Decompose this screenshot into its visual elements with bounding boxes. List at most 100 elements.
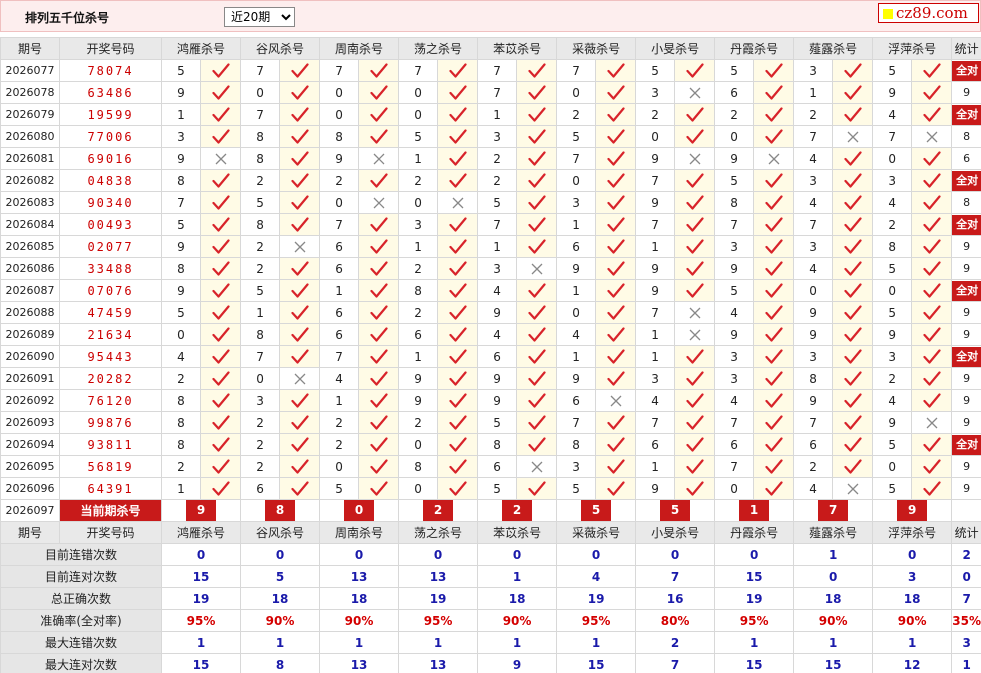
check-icon — [765, 282, 783, 298]
check-icon — [765, 62, 783, 78]
draw-number-cell: 77006 — [59, 125, 162, 148]
check-icon — [369, 304, 388, 320]
hit-mark-cell — [595, 477, 637, 500]
check-icon — [211, 62, 230, 78]
hit-mark-cell — [437, 389, 479, 412]
hit-mark-cell — [437, 279, 479, 302]
period-select[interactable]: 近20期 — [224, 7, 295, 27]
stats-value: 4 — [556, 565, 637, 588]
draw-number-cell: 93811 — [59, 433, 162, 456]
current-period-cell: 2026097 — [0, 499, 60, 522]
hit-mark-cell — [199, 81, 242, 104]
check-icon — [606, 348, 625, 364]
hit-mark-cell — [832, 103, 874, 126]
kill-number-cell: 2 — [240, 411, 281, 434]
kill-number-cell: 8 — [714, 191, 755, 214]
table-row: 2026094 93811 8 2 2 0 8 8 6 6 6 5 全对 — [0, 433, 981, 456]
table-row: 2026096 64391 1 6 5 0 5 5 9 0 4 5 9 — [0, 477, 981, 500]
kill-number-cell: 2 — [714, 103, 755, 126]
check-icon — [923, 480, 941, 496]
kill-number-cell: 8 — [793, 367, 834, 390]
hit-mark-cell — [358, 301, 400, 324]
stats-value: 0 — [872, 543, 953, 566]
check-icon — [844, 84, 862, 100]
hit-mark-cell — [832, 301, 874, 324]
check-icon — [448, 150, 467, 166]
hit-mark-cell — [595, 235, 637, 258]
hit-mark-cell — [279, 213, 321, 236]
check-icon — [211, 326, 230, 342]
check-icon — [527, 84, 546, 100]
kill-number-cell: 1 — [240, 301, 281, 324]
kill-number-cell: 9 — [398, 389, 439, 412]
stats-value: 7 — [635, 653, 716, 673]
hit-mark-cell — [199, 125, 242, 148]
check-icon — [606, 326, 625, 342]
draw-number-cell: 20282 — [59, 367, 162, 390]
current-kill-number: 5 — [581, 500, 612, 521]
site-logo[interactable]: cz89.com — [878, 3, 979, 23]
stats-value: 1 — [477, 631, 558, 654]
table-row: 2026087 07076 9 5 1 8 4 1 9 5 0 0 全对 — [0, 279, 981, 302]
kill-number-cell: 8 — [398, 455, 439, 478]
kill-number-cell: 7 — [477, 81, 518, 104]
col-header-method: 浮萍杀号 — [872, 521, 953, 544]
check-icon — [844, 414, 862, 430]
stats-value: 8 — [240, 653, 321, 673]
row-stat-cell: 9 — [951, 477, 981, 500]
kill-number-cell: 1 — [398, 345, 439, 368]
cross-icon — [689, 307, 701, 318]
row-stat-cell: 8 — [951, 191, 981, 214]
current-kill-number: 0 — [344, 500, 375, 521]
check-icon — [765, 260, 783, 276]
stats-value: 13 — [398, 653, 479, 673]
cross-icon — [689, 87, 701, 98]
kill-number-cell: 7 — [477, 59, 518, 82]
kill-number-cell: 7 — [635, 213, 676, 236]
kill-number-cell: 9 — [635, 257, 676, 280]
check-icon — [685, 194, 704, 210]
draw-number-cell: 56819 — [59, 455, 162, 478]
hit-mark-cell — [674, 169, 716, 192]
kill-number-cell: 2 — [398, 301, 439, 324]
check-icon — [606, 84, 625, 100]
check-icon — [211, 458, 230, 474]
hit-mark-cell — [911, 455, 953, 478]
kill-number-cell: 4 — [319, 367, 360, 390]
check-icon — [765, 326, 783, 342]
check-icon — [290, 260, 309, 276]
stats-value: 15 — [793, 653, 874, 673]
check-icon — [923, 62, 941, 78]
hit-mark-cell — [516, 81, 558, 104]
hit-mark-cell — [753, 235, 795, 258]
kill-number-cell: 2 — [398, 411, 439, 434]
stats-value: 1 — [240, 631, 321, 654]
check-icon — [765, 84, 783, 100]
check-icon — [606, 172, 625, 188]
kill-number-cell: 7 — [161, 191, 201, 214]
check-icon — [844, 260, 862, 276]
check-icon — [606, 106, 625, 122]
hit-mark-cell — [674, 125, 716, 148]
draw-number-cell: 78074 — [59, 59, 162, 82]
check-icon — [765, 304, 783, 320]
kill-number-cell: 5 — [556, 477, 597, 500]
row-stat-cell: 全对 — [951, 213, 981, 236]
kill-number-cell: 0 — [556, 301, 597, 324]
check-icon — [685, 370, 704, 386]
miss-mark-cell — [437, 191, 479, 214]
stats-value: 1 — [793, 631, 874, 654]
kill-number-cell: 1 — [398, 147, 439, 170]
col-header-method: 谷风杀号 — [240, 521, 321, 544]
kill-number-cell: 3 — [793, 345, 834, 368]
stats-value: 15 — [714, 653, 795, 673]
draw-number-cell: 19599 — [59, 103, 162, 126]
check-icon — [369, 414, 388, 430]
check-icon — [685, 106, 704, 122]
hit-mark-cell — [358, 389, 400, 412]
row-stat-cell: 9 — [951, 81, 981, 104]
period-cell: 2026095 — [0, 455, 60, 478]
kill-number-cell: 2 — [240, 235, 281, 258]
hit-mark-cell — [832, 147, 874, 170]
check-icon — [369, 458, 388, 474]
